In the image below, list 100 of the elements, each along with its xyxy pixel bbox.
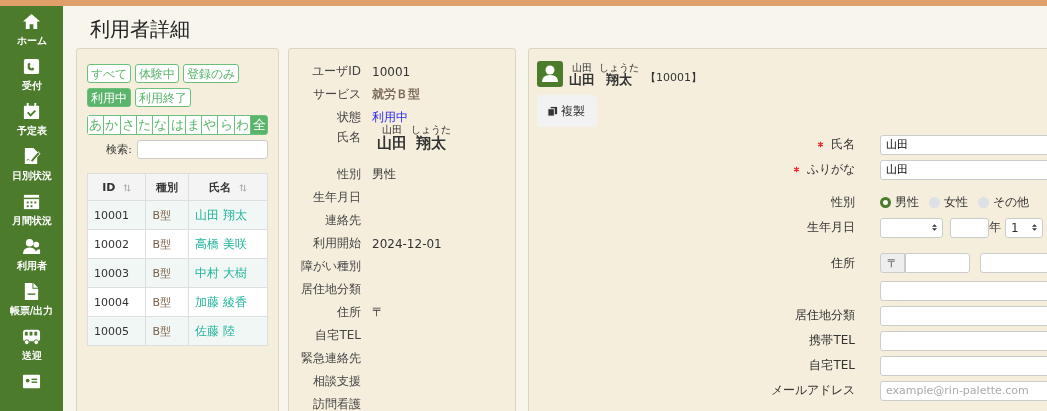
table-cell: 10002 [94, 237, 129, 251]
form-label: 性別 [831, 195, 855, 209]
field-label: 相談支援 [312, 373, 361, 390]
copy-button[interactable]: 複製 [537, 95, 597, 127]
filter-button[interactable]: すべて [87, 64, 131, 83]
kana-filter-button[interactable]: や [202, 116, 219, 134]
copy-icon [547, 105, 558, 117]
nav-label[interactable]: 送迎 [21, 349, 42, 363]
furigana: しょうた [411, 125, 451, 135]
postal-mark: 〒 [880, 253, 905, 273]
text-field[interactable]: 山田 [880, 134, 1047, 155]
table-cell: B型 [152, 208, 171, 222]
filter-button[interactable]: 体験中 [135, 64, 179, 83]
field-label: 自宅TEL [314, 327, 361, 344]
field-value: 就労Ｂ型 [372, 86, 420, 103]
field-label: 障がい種別 [300, 258, 361, 275]
document-icon[interactable] [22, 282, 41, 301]
table-cell: B型 [152, 295, 171, 309]
radio-button[interactable] [880, 197, 891, 208]
field-label: 氏名 [336, 129, 361, 146]
search-field[interactable] [137, 140, 268, 159]
sort-icon[interactable] [238, 183, 247, 192]
kana-filter-button[interactable]: な [153, 116, 170, 134]
text-field[interactable] [880, 330, 1047, 351]
filter-button[interactable]: 利用終了 [135, 88, 191, 107]
table-cell: 10003 [94, 266, 129, 280]
field-value: 〒 [372, 304, 384, 321]
field-value: 男性 [372, 166, 396, 183]
family-name: 山田 [377, 135, 407, 152]
select-field[interactable]: 1 [1005, 217, 1043, 238]
page-title: 利用者詳細 [90, 16, 191, 43]
form-label: ふりがな [807, 162, 855, 176]
radio-label[interactable]: 女性 [944, 194, 968, 211]
kana-filter-button[interactable]: か [104, 116, 121, 134]
phone-icon[interactable] [22, 57, 41, 76]
nav-label[interactable]: 日別状況 [11, 169, 52, 183]
nav-label[interactable]: 帳票/出力 [9, 304, 54, 318]
field-label: 状態 [336, 109, 361, 126]
furigana: 山田 [382, 125, 402, 135]
kana-filter-button[interactable]: あ [88, 116, 105, 134]
sort-icon[interactable] [123, 183, 132, 192]
table-cell: B型 [152, 237, 171, 251]
year-field[interactable] [950, 217, 989, 238]
nav-label[interactable]: 利用者 [16, 259, 47, 273]
select-field[interactable] [980, 253, 1047, 273]
bus-icon[interactable] [22, 327, 41, 346]
furigana: 山田 [572, 62, 592, 73]
radio-button[interactable] [978, 197, 989, 208]
text-field[interactable] [880, 280, 1047, 301]
users-icon[interactable] [22, 237, 41, 256]
calendar-icon[interactable] [22, 102, 41, 121]
year-unit: 年 [989, 219, 1001, 236]
family-name: 山田 [569, 72, 595, 87]
form-label: 居住地分類 [795, 308, 855, 322]
radio-button[interactable] [929, 197, 940, 208]
nav-label[interactable]: 受付 [21, 79, 42, 93]
field-label: 利用開始 [312, 235, 361, 252]
column-header[interactable]: ID [87, 173, 146, 201]
form-label: 自宅TEL [809, 358, 855, 372]
table-cell: 10001 [94, 208, 129, 222]
radio-label[interactable]: その他 [993, 194, 1029, 211]
table-cell: B型 [152, 324, 171, 338]
search-label: 検索: [106, 142, 132, 157]
nav-label[interactable]: ホーム [16, 34, 47, 48]
table-cell: 10005 [94, 324, 129, 338]
field-label: ユーザID [311, 63, 361, 80]
select-field[interactable] [880, 217, 943, 238]
nav-label[interactable]: 月間状況 [11, 214, 52, 228]
column-header[interactable]: 氏名 [188, 173, 268, 201]
nav-label[interactable]: 予定表 [16, 124, 47, 138]
field-label: 居住地分類 [300, 281, 361, 298]
postal-code-field[interactable] [905, 253, 970, 273]
user-avatar-icon [537, 61, 563, 87]
column-header[interactable]: 種別 [145, 173, 189, 201]
select-caret-icon [1032, 223, 1037, 232]
table-cell: 10004 [94, 295, 129, 309]
id-card-icon[interactable] [22, 372, 41, 391]
calendar-grid-icon[interactable] [22, 192, 41, 211]
form-label: 住所 [831, 255, 855, 270]
text-field[interactable] [880, 305, 1047, 326]
user-id: 【10001】 [645, 70, 702, 85]
field-label: 性別 [336, 166, 361, 183]
document-pen-icon[interactable] [22, 147, 41, 166]
field-label: 訪問看護 [312, 396, 361, 411]
text-field[interactable] [880, 355, 1047, 376]
field-value: 10001 [372, 64, 411, 79]
home-icon[interactable] [22, 12, 41, 31]
text-field[interactable]: 山田 [880, 159, 1047, 180]
table-cell: B型 [152, 266, 171, 280]
field-label: 緊急連絡先 [300, 350, 361, 367]
field-label: サービス [312, 86, 361, 103]
filter-button[interactable]: 登録のみ [183, 64, 239, 83]
given-name: 翔太 [606, 72, 632, 87]
form-label: 携帯TEL [809, 333, 855, 347]
field-label: 連絡先 [324, 212, 361, 229]
filter-button[interactable]: 利用中 [87, 88, 131, 107]
radio-label[interactable]: 男性 [895, 194, 919, 211]
kana-filter-button[interactable]: は [169, 116, 186, 134]
text-field[interactable]: example@rin-palette.com [880, 380, 1047, 401]
status-text: 利用中 [372, 109, 408, 125]
